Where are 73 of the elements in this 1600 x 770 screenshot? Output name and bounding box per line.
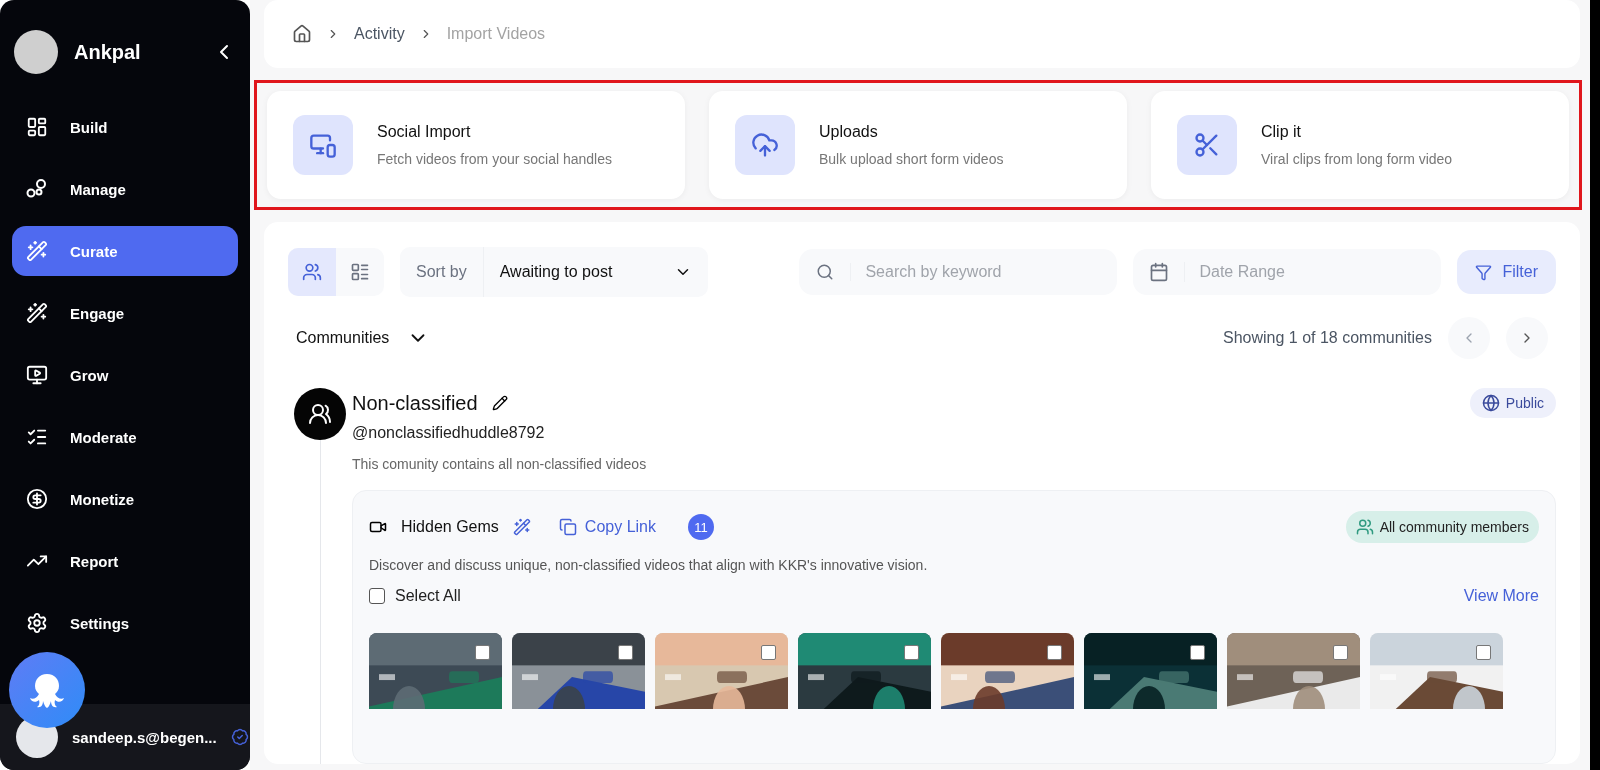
option-description: Bulk upload short form videos — [819, 151, 1004, 167]
brand-name: Ankpal — [74, 40, 142, 64]
view-toggle[interactable] — [288, 248, 336, 296]
avatar — [14, 30, 58, 74]
nav-icon — [26, 612, 48, 634]
nav-item[interactable]: Report — [12, 536, 238, 586]
checkbox[interactable] — [369, 588, 385, 604]
select-all-checkbox[interactable]: Select All — [369, 587, 461, 605]
search-field[interactable]: Search by keyword — [851, 263, 1118, 281]
calendar-icon — [1148, 262, 1169, 282]
circles-icon — [26, 178, 48, 200]
people-icon — [1355, 518, 1374, 536]
sort-label: Sort by — [415, 263, 468, 281]
option-description: Viral clips from long form video — [1261, 151, 1453, 167]
checkbox[interactable] — [1333, 645, 1348, 660]
nav-item[interactable]: Grow — [12, 350, 238, 400]
octopus-icon — [27, 672, 67, 708]
nav-icon — [26, 302, 48, 324]
visibility-badge: Public — [1469, 388, 1556, 418]
filter-button[interactable]: Filter — [1457, 250, 1556, 294]
option-title: Clip it — [1261, 123, 1302, 141]
checkbox[interactable] — [904, 645, 919, 660]
list-icon — [350, 262, 370, 282]
group-description: Discover and discuss unique, non-classified videos that align with KKR's innovative vision. — [369, 557, 929, 573]
nav-item[interactable]: Moderate — [12, 412, 238, 462]
date-range-box[interactable]: Date Range — [1133, 249, 1442, 295]
import-option-card[interactable]: Social Import Fetch videos from your social handles — [267, 91, 685, 199]
copy-link-button[interactable]: Copy Link — [558, 518, 656, 536]
communities-dropdown[interactable]: Communities — [296, 327, 430, 349]
view-more-link[interactable]: View More — [1463, 587, 1539, 605]
search-icon — [815, 263, 834, 281]
checkbox[interactable] — [1190, 645, 1205, 660]
nav-icon — [26, 240, 48, 262]
filter-icon — [1475, 263, 1493, 281]
nav-icon — [26, 364, 48, 386]
people-icon — [302, 262, 322, 282]
option-description: Fetch videos from your social handles — [377, 151, 612, 167]
nav-item[interactable]: Settings — [12, 598, 238, 648]
checkbox[interactable] — [618, 645, 633, 660]
option-title: Uploads — [819, 123, 879, 141]
checkbox[interactable] — [475, 645, 490, 660]
cloud-upload-icon — [751, 131, 779, 159]
home-icon — [292, 24, 312, 44]
nav-icon — [26, 116, 48, 138]
magic-wand-icon[interactable] — [512, 518, 531, 536]
checkbox[interactable] — [1476, 645, 1491, 660]
import-option-card[interactable]: Clip it Viral clips from long form video — [1151, 91, 1569, 199]
nav-item[interactable]: Build — [12, 102, 238, 152]
community-description: This comunity contains all non-classified videos — [352, 456, 648, 472]
nav-item[interactable]: Curate — [12, 226, 238, 276]
edit-icon[interactable] — [491, 395, 508, 411]
nav-item[interactable]: Engage — [12, 288, 238, 338]
community-handle: @nonclassifiedhuddle8792 — [352, 424, 546, 442]
date-range-field[interactable]: Date Range — [1185, 263, 1442, 281]
globe-icon — [1481, 394, 1500, 412]
import-option-card[interactable]: Uploads Bulk upload short form videos — [709, 91, 1127, 199]
sort-dropdown[interactable]: Awaiting to post — [482, 247, 708, 297]
audience-badge: All community members — [1345, 511, 1539, 543]
nav-icon — [26, 488, 48, 510]
option-title: Social Import — [377, 123, 472, 141]
checkbox[interactable] — [1047, 645, 1062, 660]
count-badge: 11 — [688, 514, 714, 540]
checkbox[interactable] — [761, 645, 776, 660]
people-icon — [308, 402, 332, 426]
pagination-text: Showing 1 of 18 communities — [1223, 329, 1432, 347]
nav-item[interactable]: Manage — [12, 164, 238, 214]
nav-item[interactable]: Monetize — [12, 474, 238, 524]
breadcrumb-item[interactable]: Activity — [354, 25, 405, 43]
copy-icon — [558, 518, 577, 536]
search-box[interactable]: Search by keyword — [799, 249, 1118, 295]
user-email: sandeep.s@begen... — [72, 728, 217, 746]
group-title: Hidden Gems — [401, 518, 499, 536]
community-name: Non-classified — [352, 391, 478, 415]
